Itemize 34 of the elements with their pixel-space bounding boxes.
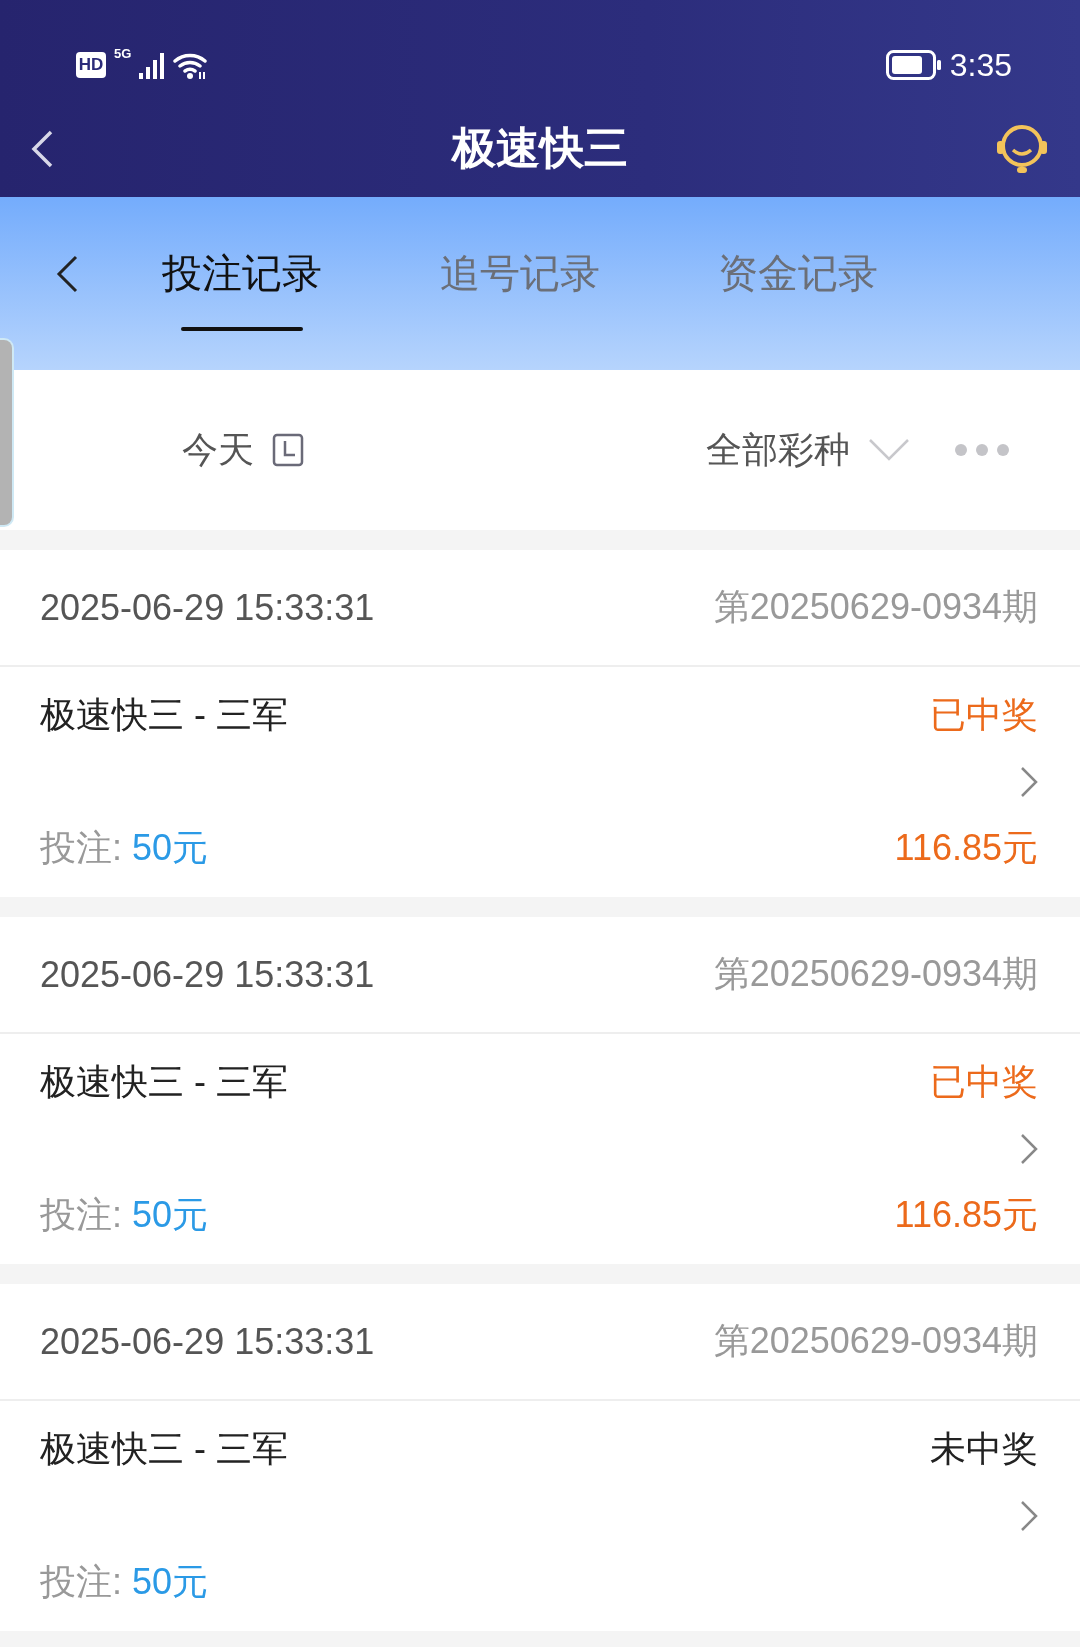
lottery-dropdown[interactable]: 全部彩种 (706, 425, 910, 475)
bet-time: 2025-06-29 15:33:31 (40, 953, 375, 996)
win-status: 未中奖 (930, 1427, 1038, 1471)
network-label: 5G (114, 46, 132, 61)
tab[interactable]: 投注记录 (162, 197, 322, 370)
date-filter[interactable]: 今天 (182, 425, 304, 475)
game-name: 极速快三 - 三军 (40, 1060, 289, 1104)
chevron-down-icon (868, 438, 910, 462)
hd-icon: HD (76, 52, 106, 78)
game-name: 极速快三 - 三军 (40, 1427, 289, 1471)
win-status: 已中奖 (929, 693, 1038, 737)
payout-amount: 116.85元 (894, 826, 1038, 870)
clock-time: 3:35 (949, 46, 1012, 84)
win-status: 已中奖 (929, 1060, 1038, 1104)
issue-number: 第20250629-0934期 (713, 952, 1038, 996)
back-icon[interactable] (56, 254, 78, 293)
chevron-icon[interactable] (1020, 1500, 1038, 1532)
bet-amount: 投注: 50元 (40, 1560, 210, 1604)
bet-time: 2025-06-29 15:33:31 (40, 1320, 375, 1363)
issue-number: 第20250629-0934期 (713, 1319, 1038, 1363)
payout-amount: 116.85元 (894, 1193, 1038, 1237)
headset-icon[interactable] (994, 122, 1050, 175)
bet-time: 2025-06-29 15:33:31 (40, 586, 375, 629)
side-handle[interactable] (0, 338, 14, 527)
issue-number: 第20250629-0934期 (713, 585, 1038, 629)
chevron-icon[interactable] (1020, 1133, 1038, 1165)
page-title: 极速快三 (452, 123, 628, 172)
clock-icon (272, 433, 304, 467)
game-name: 极速快三 - 三军 (40, 693, 289, 737)
signal-icon (139, 51, 166, 79)
bet-amount: 投注: 50元 (40, 1193, 210, 1237)
bet-amount: 投注: 50元 (40, 826, 210, 870)
chevron-icon[interactable] (1020, 766, 1038, 798)
battery-icon (885, 50, 942, 80)
